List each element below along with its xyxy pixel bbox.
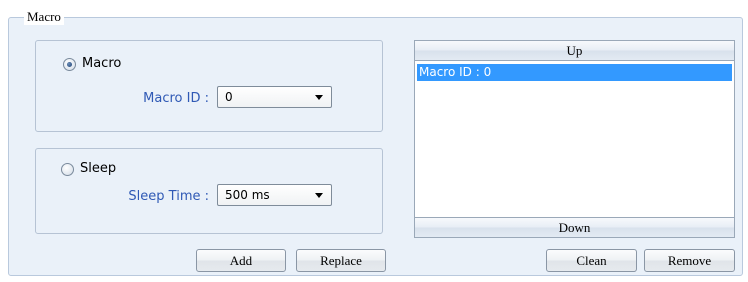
macro-radio-button[interactable] (63, 57, 76, 71)
move-down-button[interactable]: Down (415, 217, 734, 237)
group-title: Macro (24, 9, 64, 25)
list-item[interactable]: Macro ID : 0 (417, 64, 732, 81)
sleep-time-label: Sleep Time : (128, 189, 209, 204)
macro-radio-label: Macro (82, 56, 122, 71)
clean-button[interactable]: Clean (546, 249, 637, 272)
sleep-option-panel: Sleep Sleep Time : 500 ms (35, 148, 383, 234)
macro-option-panel: Macro Macro ID : 0 (35, 40, 383, 132)
remove-button[interactable]: Remove (644, 249, 735, 272)
macro-id-value: 0 (225, 90, 233, 104)
sleep-time-dropdown[interactable]: 500 ms (217, 184, 332, 206)
macro-list[interactable]: Up Macro ID : 0 Down (414, 40, 735, 238)
sleep-radio-label: Sleep (80, 161, 117, 176)
macro-radio-option[interactable]: Macro (63, 56, 121, 72)
radio-selected-dot (67, 61, 72, 67)
macro-list-body[interactable]: Macro ID : 0 (415, 61, 734, 217)
sleep-radio-button[interactable] (61, 162, 74, 176)
dropdown-arrow-icon (315, 95, 323, 100)
dropdown-arrow-icon (315, 193, 323, 198)
move-up-button[interactable]: Up (415, 41, 734, 61)
replace-button[interactable]: Replace (296, 249, 386, 272)
sleep-radio-option[interactable]: Sleep (61, 161, 116, 177)
sleep-time-value: 500 ms (225, 188, 270, 202)
macro-id-label: Macro ID : (143, 91, 209, 106)
macro-id-dropdown[interactable]: 0 (217, 86, 332, 108)
add-button[interactable]: Add (196, 249, 286, 272)
